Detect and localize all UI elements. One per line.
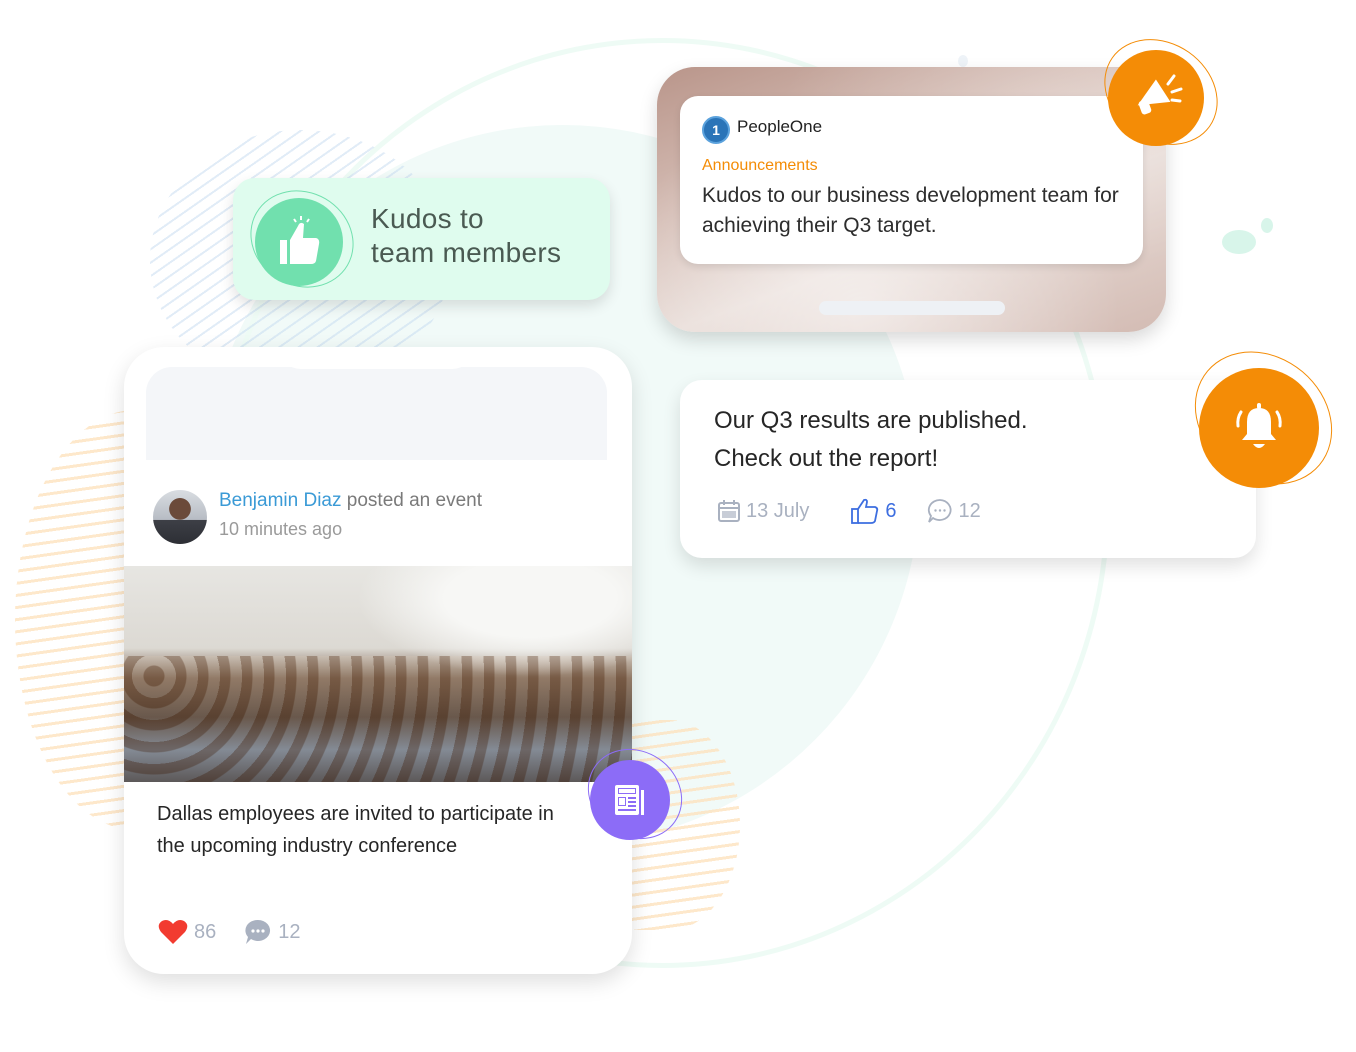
post-author-line: Benjamin Diaz posted an event bbox=[219, 490, 482, 512]
decor-dot-small bbox=[1261, 218, 1273, 233]
newspaper-icon bbox=[615, 785, 644, 815]
decor-dot-tiny bbox=[958, 55, 968, 67]
results-post-card[interactable]: Our Q3 results are published. Check out … bbox=[680, 380, 1256, 558]
megaphone-icon bbox=[1137, 74, 1183, 115]
kudos-label: Kudos to team members bbox=[371, 202, 561, 270]
kudos-icon-circle bbox=[255, 198, 343, 286]
bell-badge bbox=[1199, 368, 1319, 488]
comment-filled-icon bbox=[245, 919, 271, 944]
newspaper-badge bbox=[590, 760, 670, 840]
announcement-notification[interactable]: 1 PeopleOne Announcements Kudos to our b… bbox=[680, 96, 1143, 264]
peopleone-logo-icon: 1 bbox=[702, 116, 730, 144]
thumbs-up-outline-icon bbox=[851, 498, 879, 524]
calendar-icon bbox=[718, 500, 740, 522]
event-photo[interactable] bbox=[124, 566, 632, 782]
post-timestamp: 10 minutes ago bbox=[219, 519, 343, 539]
home-indicator-bar bbox=[819, 301, 1005, 315]
feed-comment-count: 12 bbox=[278, 920, 301, 943]
megaphone-badge bbox=[1108, 50, 1204, 146]
author-name-link[interactable]: Benjamin Diaz bbox=[219, 490, 342, 511]
heart-count: 86 bbox=[194, 920, 217, 943]
comment-bubble-icon bbox=[927, 499, 951, 523]
phone-notch bbox=[279, 347, 474, 369]
thumbs-up-icon bbox=[280, 216, 320, 264]
announcement-phone: 1 PeopleOne Announcements Kudos to our b… bbox=[657, 67, 1166, 332]
decor-dot-large bbox=[1222, 230, 1256, 254]
author-action: posted an event bbox=[341, 490, 482, 511]
post-date-text: 13 July bbox=[746, 499, 810, 522]
heart-icon bbox=[158, 920, 188, 944]
app-brand-name: PeopleOne bbox=[737, 117, 823, 136]
post-date: 13 July bbox=[718, 500, 809, 523]
post-reactions-row: 86 12 bbox=[158, 919, 301, 945]
post-text: Dallas employees are invited to particip… bbox=[157, 803, 554, 857]
kudos-badge-card[interactable]: Kudos to team members bbox=[232, 171, 610, 307]
heart-button[interactable]: 86 bbox=[158, 919, 216, 945]
feed-comment-button[interactable]: 12 bbox=[244, 919, 301, 945]
kudos-label-line1: Kudos to bbox=[371, 203, 484, 234]
results-message: Our Q3 results are published. Check out … bbox=[714, 402, 1028, 478]
bell-icon bbox=[1236, 403, 1282, 448]
results-message-line2: Check out the report! bbox=[714, 445, 939, 472]
feed-phone: Benjamin Diaz posted an event 10 minutes… bbox=[124, 347, 632, 974]
announcement-message: Kudos to our business development team f… bbox=[702, 184, 1119, 237]
phone-screen-header bbox=[146, 367, 607, 460]
announcement-category: Announcements bbox=[702, 157, 818, 174]
comment-count: 12 bbox=[958, 499, 981, 522]
like-button[interactable]: 6 bbox=[851, 498, 897, 524]
comment-button[interactable]: 12 bbox=[927, 498, 981, 524]
author-avatar[interactable] bbox=[153, 490, 207, 544]
results-meta-row: 13 July 6 12 bbox=[718, 498, 981, 524]
results-message-line1: Our Q3 results are published. bbox=[714, 407, 1028, 434]
like-count: 6 bbox=[885, 499, 897, 522]
kudos-label-line2: team members bbox=[371, 237, 562, 268]
